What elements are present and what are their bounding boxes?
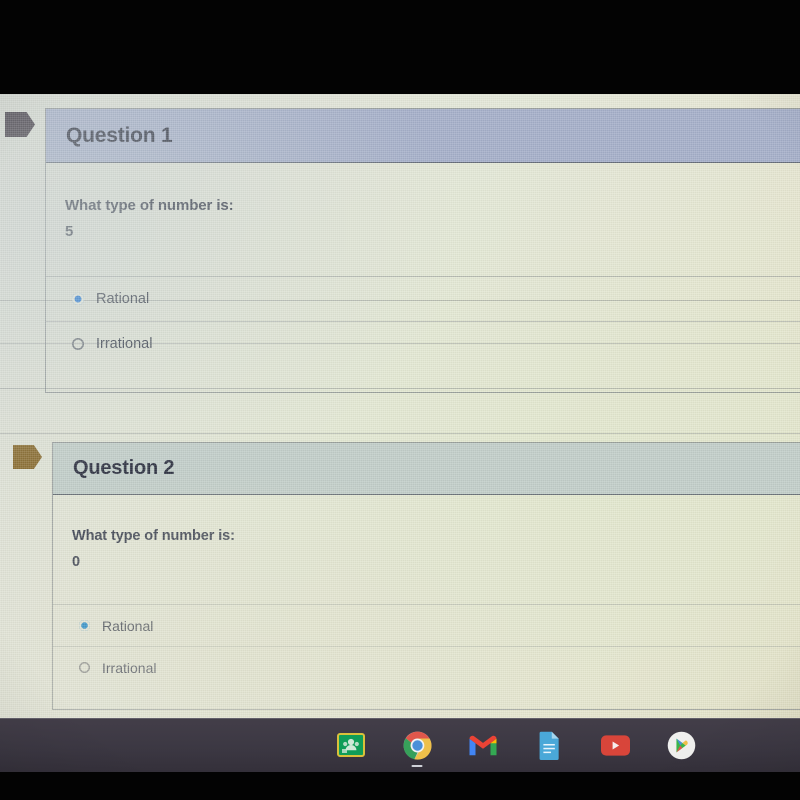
question-title: Question 1: [66, 123, 173, 147]
photo-of-screen: Question 1 What type of number is: 5 Rat…: [0, 0, 800, 800]
answer-option-label: Irrational: [102, 659, 157, 676]
question-prompt: What type of number is:: [72, 528, 235, 544]
question-header-1: Question 1: [46, 109, 800, 163]
youtube-icon[interactable]: [600, 730, 630, 760]
background-rule: [0, 433, 800, 434]
gmail-icon[interactable]: [468, 730, 498, 760]
radio-button-selected[interactable]: [72, 293, 84, 305]
answer-option-label: Rational: [102, 617, 154, 634]
question-prompt: What type of number is:: [65, 197, 234, 214]
photo-letterbox-bottom: [0, 772, 800, 800]
question-value: 0: [72, 554, 81, 570]
question-flag-marker-2[interactable]: [13, 445, 42, 469]
active-app-indicator: [411, 765, 423, 767]
question-card-2: Question 2 What type of number is: 0 Rat…: [52, 442, 800, 710]
question-card-1: Question 1 What type of number is: 5 Rat…: [45, 108, 800, 393]
question-flag-marker-1[interactable]: [5, 112, 35, 137]
radio-button-unselected[interactable]: [72, 338, 84, 350]
answer-option-rational-2[interactable]: Rational: [53, 604, 800, 646]
google-classroom-icon[interactable]: [336, 730, 366, 760]
answer-option-label: Rational: [96, 291, 150, 307]
question-header-2: Question 2: [53, 443, 800, 495]
quiz-page: Question 1 What type of number is: 5 Rat…: [0, 94, 800, 718]
shelf-icon-list: [336, 722, 696, 768]
chrome-icon[interactable]: [402, 730, 432, 767]
question-body-1: What type of number is: 5 Rational Irrat…: [46, 163, 800, 393]
shelf-top-edge: [0, 718, 800, 719]
radio-button-selected[interactable]: [79, 620, 90, 631]
photo-letterbox-top: [0, 0, 800, 94]
answer-option-irrational-1[interactable]: Irrational: [46, 321, 800, 366]
question-value: 5: [65, 223, 74, 240]
google-docs-icon[interactable]: [534, 730, 564, 760]
google-play-icon[interactable]: [666, 730, 696, 760]
radio-button-unselected[interactable]: [79, 662, 90, 673]
taskbar-shelf: [0, 718, 800, 772]
answer-option-irrational-2[interactable]: Irrational: [53, 646, 800, 688]
question-title: Question 2: [73, 457, 175, 479]
question-body-2: What type of number is: 0 Rational Irrat…: [53, 495, 800, 709]
answer-option-label: Irrational: [96, 336, 153, 352]
answer-option-rational-1[interactable]: Rational: [46, 276, 800, 321]
chromebook-screen: Question 1 What type of number is: 5 Rat…: [0, 94, 800, 718]
